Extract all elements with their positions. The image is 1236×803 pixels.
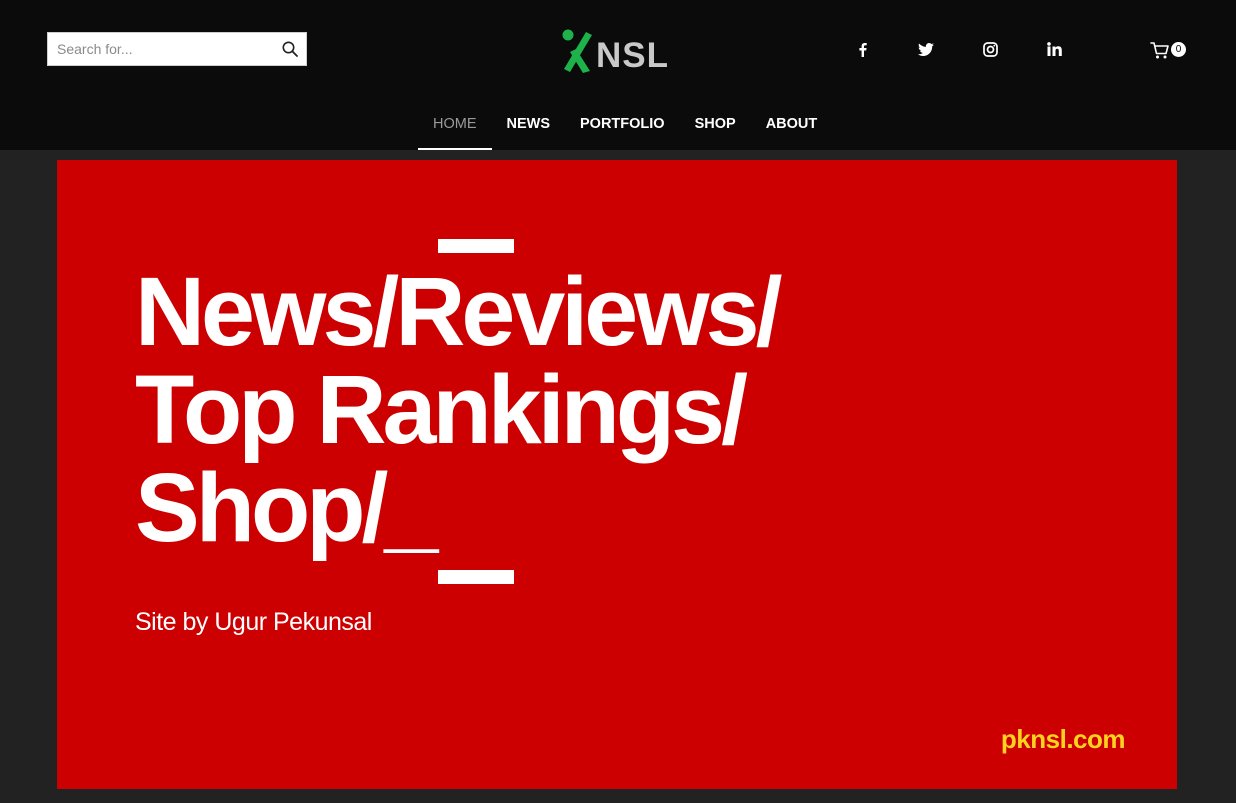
hero-headline-line: News/Reviews/ [135, 257, 783, 366]
hero-decor-bar-top [438, 239, 514, 253]
site-logo[interactable]: NSL [560, 24, 682, 76]
hero-headline-line: Shop/_ [135, 453, 438, 562]
nav-item-portfolio[interactable]: PORTFOLIO [565, 104, 680, 150]
search-box [47, 32, 307, 66]
twitter-icon[interactable] [915, 38, 937, 60]
main-nav: HOME NEWS PORTFOLIO SHOP ABOUT [418, 104, 832, 150]
instagram-icon[interactable] [979, 38, 1001, 60]
nav-item-home[interactable]: HOME [418, 104, 492, 150]
cart-icon [1150, 40, 1170, 60]
search-icon[interactable] [282, 41, 298, 57]
facebook-icon[interactable] [851, 38, 873, 60]
cart-count-badge: 0 [1171, 42, 1186, 57]
nav-item-shop[interactable]: SHOP [680, 104, 751, 150]
hero-headline: News/Reviews/ Top Rankings/ Shop/_ [135, 257, 783, 562]
site-header: NSL 0 [0, 0, 1236, 150]
nav-item-about[interactable]: ABOUT [751, 104, 833, 150]
nav-item-news[interactable]: NEWS [492, 104, 566, 150]
cart-button[interactable]: 0 [1150, 38, 1190, 62]
hero-domain: pknsl.com [1000, 724, 1126, 754]
hero-tagline: Site by Ugur Pekunsal [135, 608, 372, 636]
logo-text: NSL [596, 36, 669, 75]
percent-logo-mark-icon [560, 26, 594, 74]
linkedin-icon[interactable] [1043, 38, 1065, 60]
hero-banner[interactable]: News/Reviews/ Top Rankings/ Shop/_ Site … [57, 160, 1177, 789]
hero-decor-bar-bottom [438, 570, 514, 584]
hero-headline-line: Top Rankings/ [135, 355, 748, 464]
search-input[interactable] [48, 33, 273, 65]
